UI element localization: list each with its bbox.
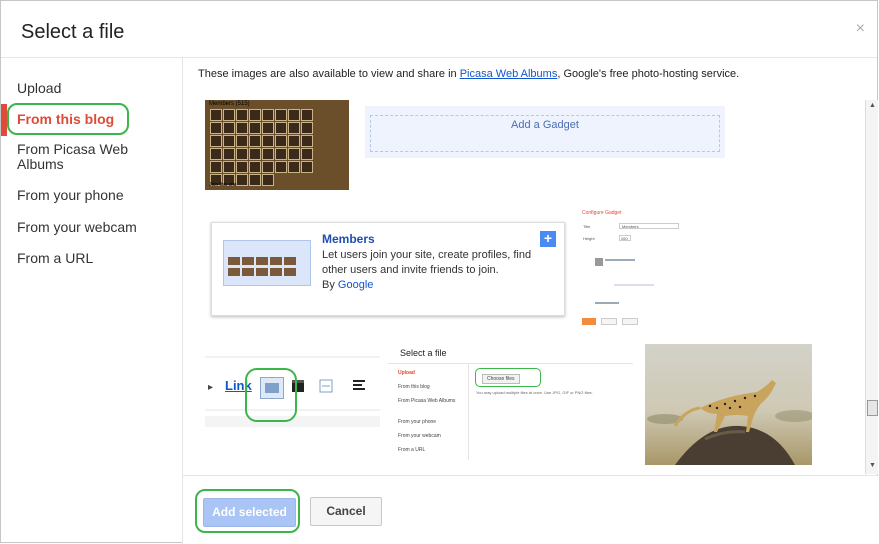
thumbnail-add-gadget[interactable]: Add a Gadget (365, 106, 725, 158)
insert-image-icon (260, 377, 284, 399)
scroll-down-icon[interactable]: ▼ (869, 462, 876, 469)
configure-height-value: 260 (621, 236, 628, 241)
sidebar-item-phone[interactable]: From your phone (17, 188, 124, 203)
sidebar-item-from-this-blog[interactable]: From this blog (17, 112, 114, 127)
members-preview-image (223, 240, 311, 286)
configure-line-1 (605, 259, 635, 261)
preview-hint: You may upload multiple files at once. U… (476, 390, 593, 395)
image-grid: Members (515) Join this site Add a Gadge… (183, 92, 865, 472)
chevron-left-icon: ▸ (208, 382, 214, 393)
thumbnail-select-file-preview[interactable]: Select a file Upload From this blog From… (388, 338, 633, 460)
active-indicator (1, 104, 7, 136)
jump-break-icon (319, 379, 333, 393)
add-gadget-label: Add a Gadget (511, 119, 579, 131)
scroll-up-icon[interactable]: ▲ (869, 102, 876, 109)
sidebar-item-url[interactable]: From a URL (17, 251, 93, 266)
thumbnail-members-gadget[interactable]: Members (515) Join this site (205, 100, 349, 190)
insert-video-icon (292, 380, 304, 392)
picasa-notice: These images are also available to view … (198, 68, 739, 80)
preview-item-webcam: From your webcam (398, 433, 441, 439)
preview-divider (388, 363, 633, 364)
configure-avatar (595, 258, 603, 266)
select-file-dialog: Select a file × Upload From this blog Fr… (0, 0, 878, 544)
picasa-link[interactable]: Picasa Web Albums (460, 68, 558, 80)
configure-title-label: Title (583, 224, 591, 229)
configure-height-label: Height (583, 236, 595, 241)
preview-item-url: From a URL (398, 447, 426, 453)
configure-cancel-button (601, 318, 617, 325)
members-gadget-footer: Join this site (209, 182, 237, 188)
scrollbar-thumb[interactable] (867, 400, 878, 416)
sidebar-item-upload[interactable]: Upload (17, 81, 61, 96)
members-card-description: Let users join your site, create profile… (322, 249, 532, 276)
notice-prefix: These images are also available to view … (198, 68, 460, 80)
align-icon (353, 380, 365, 390)
preview-item-upload: Upload (398, 370, 415, 376)
configure-gadget-heading: Configure Gadget (582, 210, 622, 216)
configure-height-field: 260 (619, 235, 631, 241)
members-gadget-title: Members (515) (209, 101, 250, 107)
members-photo-grid (210, 109, 324, 186)
sidebar-item-picasa[interactable]: From Picasa Web Albums (17, 142, 137, 172)
members-card-by-name: Google (337, 279, 374, 291)
preview-vertical-divider (468, 364, 469, 460)
dialog-footer: Add selected Cancel (182, 475, 878, 544)
configure-line-2 (614, 284, 654, 286)
preview-choose-files: Choose files (475, 368, 541, 387)
add-selected-button[interactable]: Add selected (203, 498, 296, 527)
thumbnail-members-card[interactable]: Members Let users join your site, create… (211, 222, 565, 316)
thumbnail-configure-gadget[interactable]: Configure Gadget Title Members Height 26… (579, 206, 709, 332)
sidebar-item-webcam[interactable]: From your webcam (17, 220, 137, 235)
cancel-button[interactable]: Cancel (310, 497, 382, 526)
members-card-heading: Members (322, 232, 375, 246)
thumbnail-cheetah-photo[interactable] (645, 344, 812, 465)
members-card-by: By (322, 279, 335, 291)
configure-line-3 (595, 302, 619, 304)
configure-title-field: Members (619, 223, 679, 229)
preview-item-from-this-blog: From this blog (398, 384, 430, 390)
preview-item-phone: From your phone (398, 419, 437, 425)
configure-title-value: Members (622, 224, 639, 229)
preview-title: Select a file (400, 348, 447, 358)
toolbar-link: Link (225, 378, 252, 393)
dialog-header: Select a file × (1, 1, 877, 58)
configure-save-button (582, 318, 596, 325)
plus-icon: + (540, 231, 556, 247)
close-icon[interactable]: × (856, 20, 865, 38)
notice-suffix: , Google's free photo-hosting service. (557, 68, 740, 80)
cheetah-photo (645, 344, 812, 465)
thumbnail-editor-toolbar[interactable]: ▸ Link (205, 352, 380, 427)
dialog-title: Select a file (21, 21, 125, 43)
file-browser: These images are also available to view … (182, 58, 878, 475)
sidebar: Upload From this blog From Picasa Web Al… (1, 58, 182, 544)
configure-back-button (622, 318, 638, 325)
preview-choose-files-label: Choose files (482, 374, 520, 384)
vertical-scrollbar[interactable]: ▲ ▼ (865, 100, 878, 474)
members-card-byline: By Google (322, 279, 373, 291)
preview-item-picasa: From Picasa Web Albums (398, 398, 456, 404)
